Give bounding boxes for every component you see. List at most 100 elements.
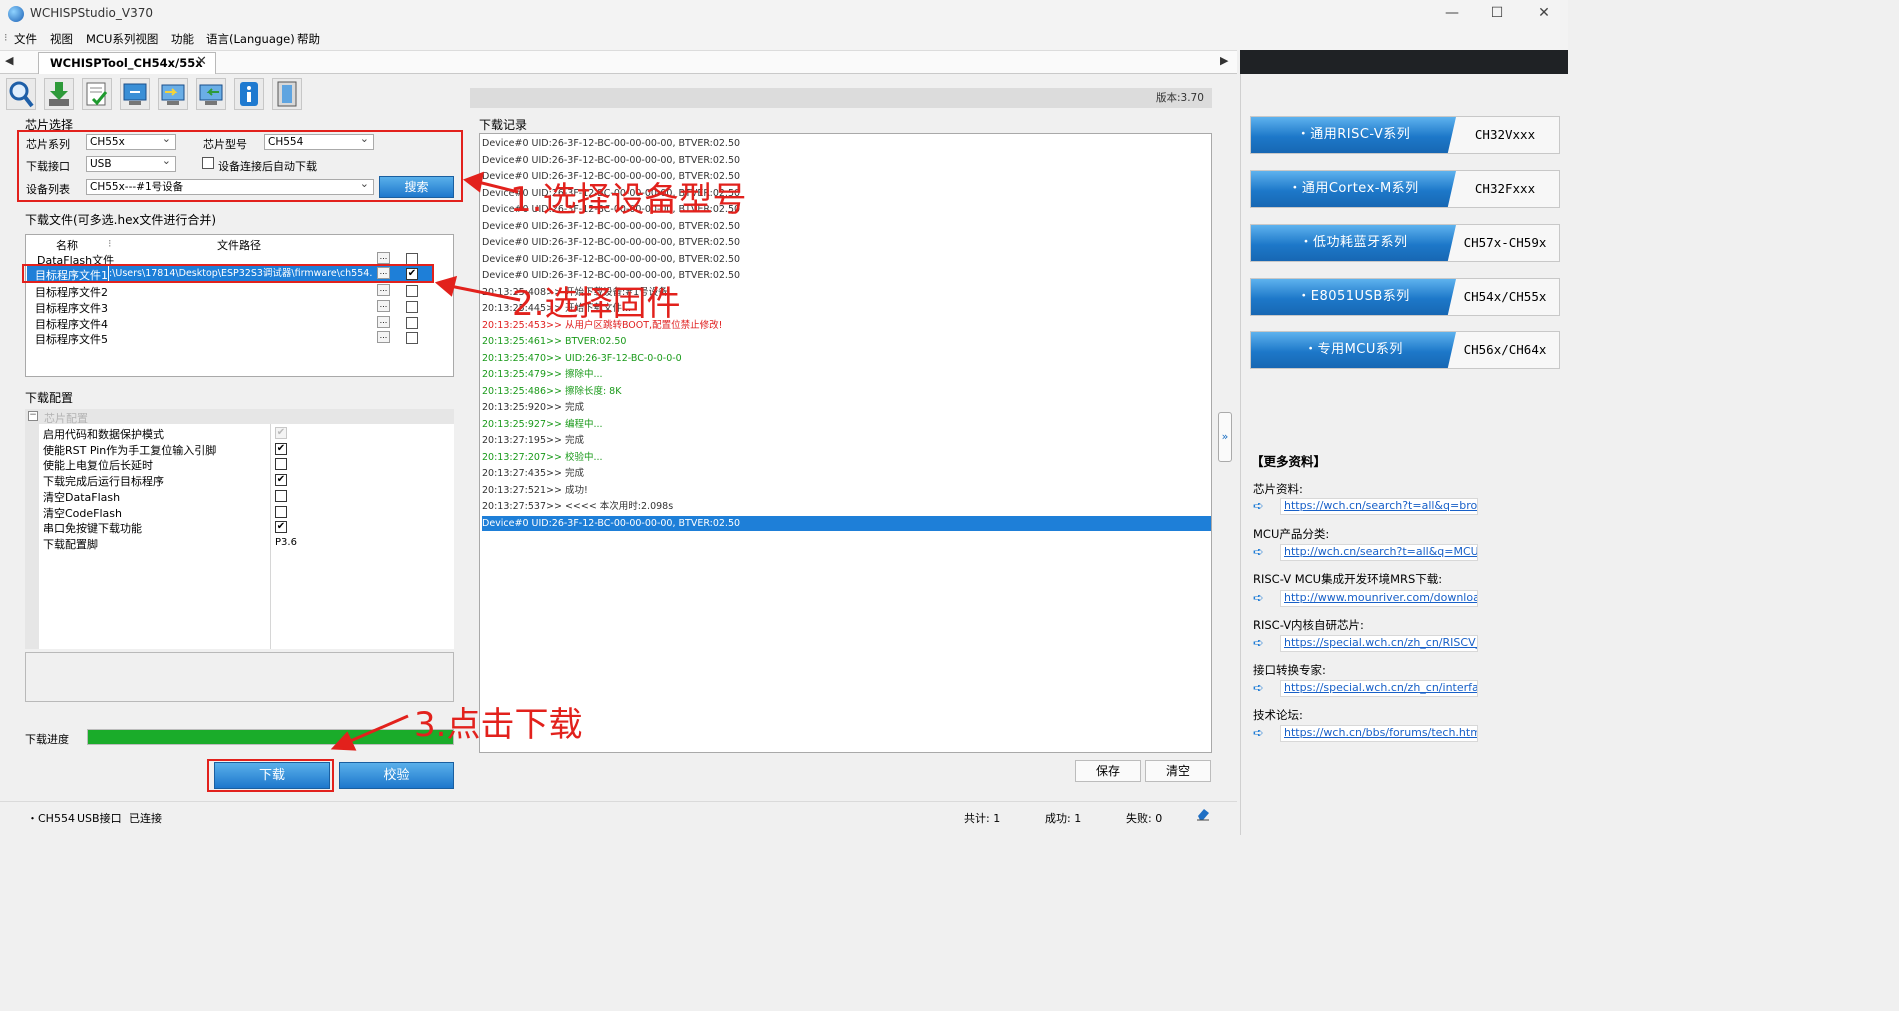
- log-line[interactable]: 20:13:25:479>> 擦除中...: [482, 367, 1211, 382]
- log-line[interactable]: Device#0 UID:26-3F-12-BC-00-00-00-00, BT…: [482, 252, 1211, 267]
- config-checkbox[interactable]: ✔: [275, 474, 287, 486]
- series-label: ・E8051USB系列: [1251, 279, 1456, 315]
- verify-icon[interactable]: [82, 78, 112, 110]
- menu-function[interactable]: 功能: [171, 31, 194, 47]
- description-box: [25, 652, 454, 702]
- window-title: WCHISPStudio_V370: [30, 6, 153, 20]
- progress-bar: [87, 729, 454, 745]
- menu-help[interactable]: 帮助: [297, 31, 320, 47]
- menu-grip-icon: ⁝: [4, 31, 8, 44]
- export-icon[interactable]: [196, 78, 226, 110]
- config-checkbox[interactable]: [275, 458, 287, 470]
- menu-language[interactable]: 语言(Language): [206, 31, 295, 47]
- resource-link[interactable]: https://special.wch.cn/zh_cn/interface..…: [1280, 680, 1478, 697]
- file-checkbox[interactable]: [406, 285, 418, 297]
- series-code: CH54x/CH55x: [1463, 289, 1547, 304]
- maximize-icon[interactable]: ☐: [1477, 2, 1517, 24]
- import-icon[interactable]: [158, 78, 188, 110]
- menu-view[interactable]: 视图: [50, 31, 73, 47]
- log-line[interactable]: 20:13:25:461>> BTVER:02.50: [482, 334, 1211, 349]
- download-files-group-label: 下载文件(可多选.hex文件进行合并): [25, 213, 217, 227]
- series-button-special-mcu[interactable]: ・专用MCU系列 CH56x/CH64x: [1250, 331, 1560, 369]
- annotation-step-3: 3.点击下载: [414, 705, 583, 745]
- annotation-box-1: [17, 130, 463, 202]
- config-checkbox[interactable]: ✔: [275, 521, 287, 533]
- tab-close-icon[interactable]: ✕: [196, 54, 207, 69]
- log-line[interactable]: Device#0 UID:26-3F-12-BC-00-00-00-00, BT…: [482, 153, 1211, 168]
- link-arrow-icon: ➪: [1253, 726, 1264, 741]
- save-button[interactable]: 保存: [1075, 760, 1141, 782]
- config-pin-value[interactable]: P3.6: [275, 537, 297, 548]
- file-checkbox[interactable]: [406, 301, 418, 313]
- log-line[interactable]: 20:13:27:195>> 完成: [482, 433, 1211, 448]
- exit-icon[interactable]: [272, 78, 302, 110]
- config-section-header: [25, 409, 454, 424]
- title-bar: [0, 0, 1568, 28]
- log-line[interactable]: 20:13:25:470>> UID:26-3F-12-BC-0-0-0-0: [482, 351, 1211, 366]
- tab-scroll-left-icon[interactable]: ◀: [5, 54, 13, 67]
- log-line[interactable]: 20:13:27:435>> 完成: [482, 466, 1211, 481]
- browse-button[interactable]: ...: [377, 316, 390, 328]
- resource-label: MCU产品分类:: [1253, 527, 1330, 541]
- log-group-label: 下载记录: [479, 118, 528, 132]
- config-icon[interactable]: [120, 78, 150, 110]
- status-fail: 失败: 0: [1126, 812, 1163, 825]
- log-line[interactable]: Device#0 UID:26-3F-12-BC-00-00-00-00, BT…: [482, 136, 1211, 151]
- resource-link[interactable]: http://wch.cn/search?t=all&q=MCU+: [1280, 544, 1478, 561]
- resource-link[interactable]: http://www.mounriver.com/download: [1280, 590, 1478, 607]
- log-line[interactable]: 20:13:25:486>> 擦除长度: 8K: [482, 384, 1211, 399]
- browse-button[interactable]: ...: [377, 284, 390, 296]
- resource-link[interactable]: https://special.wch.cn/zh_cn/RISCV_MCU..…: [1280, 635, 1478, 652]
- series-label: ・通用Cortex-M系列: [1251, 171, 1456, 207]
- col-name-header: 名称: [56, 239, 78, 252]
- log-line[interactable]: 20:13:27:537>> <<<< 本次用时:2.098s: [482, 499, 1211, 514]
- log-line[interactable]: 20:13:25:920>> 完成: [482, 400, 1211, 415]
- search-device-icon[interactable]: [6, 78, 36, 110]
- menu-mcu-series-view[interactable]: MCU系列视图: [86, 31, 158, 47]
- menu-file[interactable]: 文件: [14, 31, 37, 47]
- series-button-riscv[interactable]: ・通用RISC-V系列 CH32Vxxx: [1250, 116, 1560, 154]
- browse-button[interactable]: ...: [377, 300, 390, 312]
- tab-scroll-right-icon[interactable]: ▶: [1220, 54, 1228, 67]
- resource-label: 接口转换专家:: [1253, 663, 1326, 677]
- file-checkbox[interactable]: [406, 332, 418, 344]
- eraser-icon[interactable]: [1195, 806, 1211, 822]
- collapse-section-icon[interactable]: −: [28, 411, 38, 421]
- log-line[interactable]: 20:13:25:927>> 编程中...: [482, 417, 1211, 432]
- col-path-header: 文件路径: [217, 239, 261, 252]
- config-checkbox[interactable]: [275, 506, 287, 518]
- series-code: CH56x/CH64x: [1463, 342, 1547, 357]
- log-line[interactable]: 20:13:27:207>> 校验中...: [482, 450, 1211, 465]
- version-text: 版本:3.70: [1156, 92, 1204, 104]
- col-separator: ⁝: [108, 237, 112, 250]
- series-button-cortex-m[interactable]: ・通用Cortex-M系列 CH32Fxxx: [1250, 170, 1560, 208]
- download-icon[interactable]: [44, 78, 74, 110]
- browse-button[interactable]: ...: [377, 252, 390, 264]
- series-button-e8051[interactable]: ・E8051USB系列 CH54x/CH55x: [1250, 278, 1560, 316]
- verify-button[interactable]: 校验: [339, 762, 454, 789]
- log-line[interactable]: 20:13:27:521>> 成功!: [482, 483, 1211, 498]
- browse-button[interactable]: ...: [377, 331, 390, 343]
- resource-label: 技术论坛:: [1253, 708, 1303, 722]
- download-button[interactable]: 下载: [214, 762, 330, 789]
- config-checkbox[interactable]: ✔: [275, 443, 287, 455]
- minimize-icon[interactable]: —: [1432, 2, 1472, 24]
- link-arrow-icon: ➪: [1253, 681, 1264, 696]
- resource-link[interactable]: https://wch.cn/search?t=all&q=brochure: [1280, 498, 1478, 515]
- log-box[interactable]: Device#0 UID:26-3F-12-BC-00-00-00-00, BT…: [479, 133, 1212, 753]
- clear-button[interactable]: 清空: [1145, 760, 1211, 782]
- info-icon[interactable]: [234, 78, 264, 110]
- link-arrow-icon: ➪: [1253, 591, 1264, 606]
- series-button-ble[interactable]: ・低功耗蓝牙系列 CH57x-CH59x: [1250, 224, 1560, 262]
- link-arrow-icon: ➪: [1253, 499, 1264, 514]
- log-line[interactable]: Device#0 UID:26-3F-12-BC-00-00-00-00, BT…: [482, 235, 1211, 250]
- collapse-panel-icon[interactable]: »: [1218, 412, 1232, 462]
- status-total: 共计: 1: [964, 812, 1001, 825]
- resource-link[interactable]: https://wch.cn/bbs/forums/tech.html: [1280, 725, 1478, 742]
- log-line-selected[interactable]: Device#0 UID:26-3F-12-BC-00-00-00-00, BT…: [482, 515, 1211, 531]
- resource-label: RISC-V MCU集成开发环境MRS下载:: [1253, 572, 1443, 586]
- right-panel-header: [1240, 50, 1568, 74]
- config-checkbox[interactable]: [275, 490, 287, 502]
- close-window-icon[interactable]: ✕: [1524, 2, 1564, 24]
- file-checkbox[interactable]: [406, 317, 418, 329]
